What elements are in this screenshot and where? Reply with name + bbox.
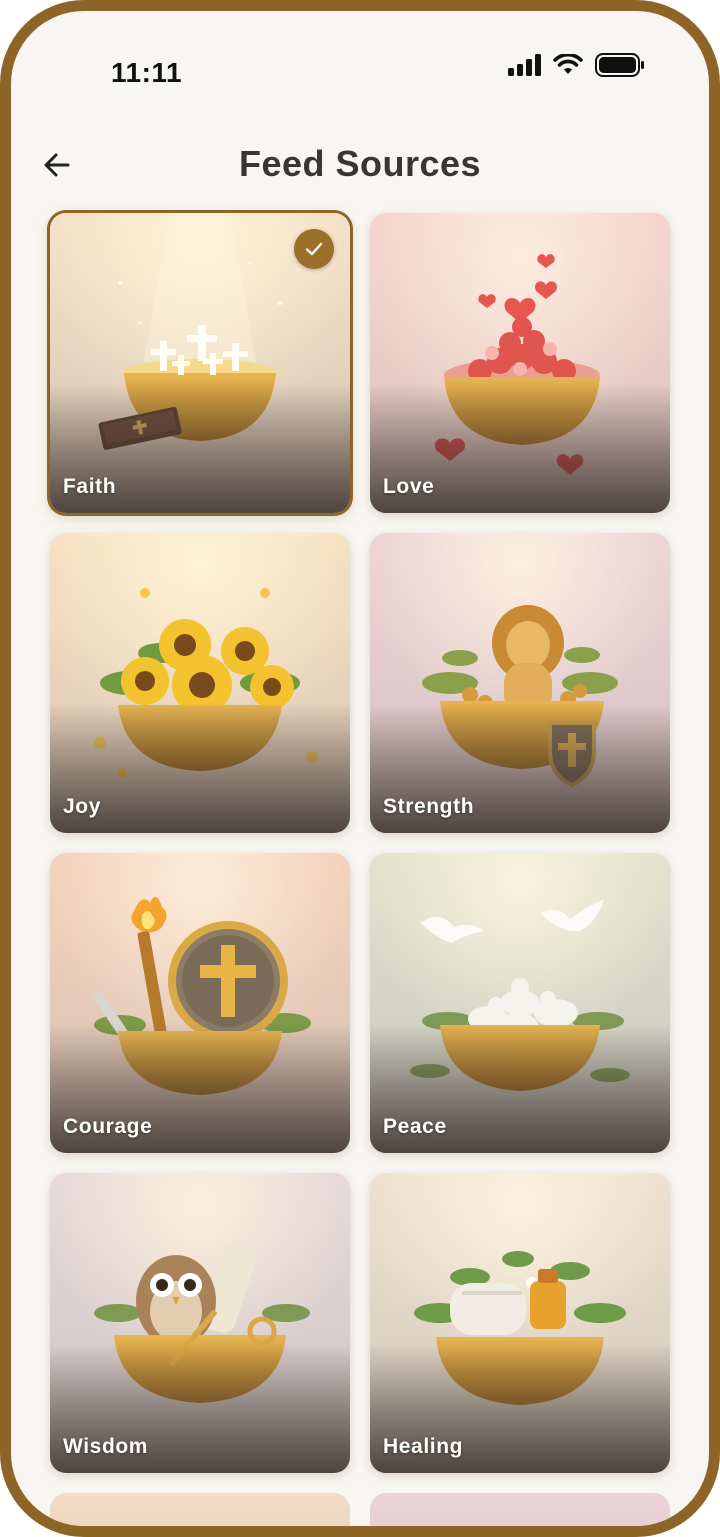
card-label: Love <box>383 475 435 498</box>
selected-badge <box>294 229 334 269</box>
card-label: Joy <box>63 795 101 818</box>
feed-card-peek-left[interactable] <box>50 1493 350 1526</box>
feed-card-courage[interactable]: Courage <box>50 853 350 1153</box>
wifi-icon <box>553 54 583 74</box>
card-label: Faith <box>63 475 117 498</box>
status-bar: 11:11 <box>11 11 709 121</box>
card-label: Courage <box>63 1115 153 1138</box>
feed-card-wisdom[interactable]: Wisdom <box>50 1173 350 1473</box>
card-label: Peace <box>383 1115 447 1138</box>
feed-card-love[interactable]: Love <box>370 213 670 513</box>
card-label: Wisdom <box>63 1435 149 1458</box>
card-label: Healing <box>383 1435 464 1458</box>
page-title: Feed Sources <box>238 143 482 184</box>
phone-frame: 11:11 Feed Sources Faith Love Joy Streng… <box>0 0 720 1537</box>
feed-card-healing[interactable]: Healing <box>370 1173 670 1473</box>
header: Feed Sources <box>11 131 709 201</box>
status-time: 11:11 <box>111 57 183 88</box>
feed-card-joy[interactable]: Joy <box>50 533 350 833</box>
checkmark-icon <box>305 242 323 256</box>
feed-card-faith[interactable]: Faith <box>50 213 350 513</box>
cellular-signal-icon <box>508 54 541 76</box>
card-label: Strength <box>383 795 475 818</box>
battery-icon <box>595 53 644 77</box>
feed-card-peek-right[interactable] <box>370 1493 670 1526</box>
status-icons <box>508 53 645 77</box>
feed-card-strength[interactable]: Strength <box>370 533 670 833</box>
feed-card-peace[interactable]: Peace <box>370 853 670 1153</box>
